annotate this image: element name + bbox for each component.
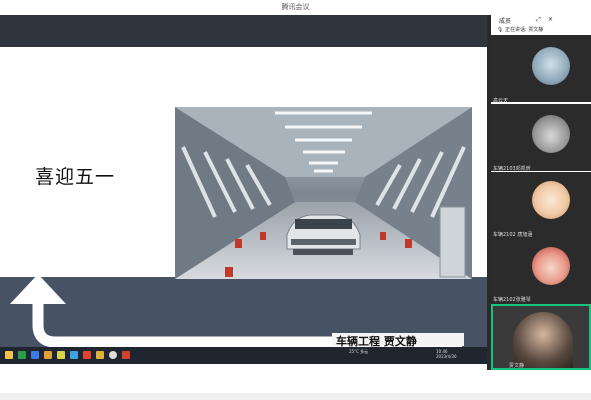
browser-icon[interactable] (18, 351, 26, 359)
weather-readout: 25°C 多云 (349, 349, 369, 354)
participant-name: 车辆2102张雅琴 (493, 297, 531, 303)
app-icon[interactable] (31, 351, 39, 359)
clock-readout: 10:46 2023/4/30 (436, 349, 457, 359)
participant-avatar (532, 247, 570, 285)
powerpoint-icon[interactable] (122, 351, 130, 359)
speaking-name: 贾文静 (528, 27, 544, 33)
factory-photo (175, 107, 472, 279)
chrome-icon[interactable] (109, 351, 117, 359)
shared-screen: 喜迎五一 车辆工程 贾文静 (0, 15, 487, 363)
slide-title: 喜迎五一 (35, 166, 116, 188)
speaker-video (513, 312, 573, 368)
participant-name: 车辆2103邓凯昕 (493, 166, 531, 172)
file-explorer-icon[interactable] (5, 351, 13, 359)
slide-header-band (0, 15, 487, 47)
clock-date: 2023/4/30 (436, 354, 457, 359)
meeting-icon[interactable] (70, 351, 78, 359)
layout-icon[interactable]: ⤢ (536, 16, 541, 24)
shared-taskbar (0, 347, 487, 364)
speaking-label: 正在讲话: (504, 27, 527, 33)
participant-avatar (532, 47, 570, 85)
participant-name: 高云天 (493, 98, 509, 104)
search-icon[interactable] (96, 351, 104, 359)
mic-icon: 🎙 (497, 27, 504, 33)
speaking-indicator: 🎙 正在讲话: 贾文静 (497, 26, 543, 33)
bottom-strip (0, 393, 591, 400)
participant-avatar (532, 181, 570, 219)
close-icon[interactable]: ✕ (548, 16, 553, 23)
participant-name: 贾文静 (509, 363, 525, 369)
panel-title: 成员 (499, 18, 512, 25)
participant-name: 车辆2102 唐旭涵 (493, 232, 533, 238)
folder-icon[interactable] (44, 351, 52, 359)
notes-icon[interactable] (57, 351, 65, 359)
window-title: 腾讯会议 (281, 3, 310, 11)
window-title-bar: 腾讯会议 (0, 0, 591, 15)
participant-avatar (532, 115, 570, 153)
wps-icon[interactable] (83, 351, 91, 359)
active-speaker-tile[interactable] (491, 304, 591, 370)
